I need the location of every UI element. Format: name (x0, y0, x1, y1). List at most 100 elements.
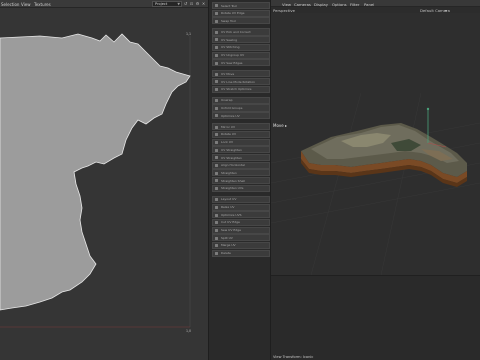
menu-cameras[interactable]: Cameras (294, 2, 311, 7)
tool-item[interactable]: Split UV (212, 234, 270, 242)
menu-panel[interactable]: Panel (364, 2, 374, 7)
tool-item[interactable]: UV Straighten (212, 154, 270, 162)
tool-icon (215, 80, 218, 84)
menu-options[interactable]: Options (332, 2, 347, 7)
tool-item[interactable]: UV Sew Edges (212, 59, 270, 67)
tool-icon (215, 213, 218, 217)
tool-item[interactable]: Rotate UV Edge (212, 9, 270, 17)
tool-label: Align Horizontal (221, 163, 245, 168)
close-icon[interactable]: ✕ (201, 1, 206, 7)
tool-item[interactable]: Relax UV (212, 203, 270, 211)
uv-canvas[interactable]: 1,1 1,0 (0, 8, 208, 360)
tool-icon (215, 133, 218, 137)
viewport-lower-area (271, 275, 480, 360)
tool-label: Rotate UV Edge (221, 11, 245, 16)
tool-item[interactable]: UV Stretch Optimize (212, 85, 270, 93)
tool-label: UV Pick and Correct (221, 29, 251, 34)
chevron-down-icon: ▼ (177, 2, 180, 6)
tool-icon (215, 125, 218, 129)
tool-icon (215, 30, 218, 34)
transform-handle[interactable] (426, 107, 430, 111)
tool-item[interactable]: UV Move (212, 70, 270, 78)
tool-label: Delete (221, 251, 231, 256)
tool-item[interactable]: UV Ungroup UV (212, 51, 270, 59)
tool-item[interactable]: Delete (212, 249, 270, 257)
menu-filter[interactable]: Filter (350, 2, 359, 7)
tool-label: Lock UV (221, 140, 234, 145)
tool-item[interactable]: UV Line Mode Rotation (212, 78, 270, 86)
tool-icon (215, 198, 218, 202)
tool-label: Sew UV Edge (221, 228, 241, 233)
menu-view[interactable]: View (282, 2, 291, 7)
tool-icon (215, 236, 218, 240)
tool-icon (215, 4, 218, 8)
tool-item[interactable]: Cut UV Edge (212, 218, 270, 226)
uv-coord-top-right: 1,1 (186, 32, 192, 36)
project-select-value: Project (155, 2, 168, 6)
tool-label: UV Sew Edges (221, 60, 243, 65)
tool-item[interactable]: Straighten UVs (212, 184, 270, 192)
tool-item[interactable]: Merge UV (212, 241, 270, 250)
tool-item[interactable]: Lock UV (212, 138, 270, 146)
uv-editor-menubar: Selection View Textures Project ▼ ↺ ⊡ ⚙ … (0, 0, 208, 8)
menu-display[interactable]: Display (314, 2, 328, 7)
move-tool-label: Move (273, 123, 284, 128)
tool-icon (215, 72, 218, 76)
sync-icon[interactable]: ↺ (183, 1, 188, 7)
tool-icon (215, 46, 218, 50)
tool-label: UV Ungroup UV (221, 53, 245, 58)
tool-item[interactable]: Align Horizontal (212, 161, 270, 169)
tool-item[interactable]: Select Tool (212, 2, 270, 10)
uv-shell[interactable] (0, 33, 191, 311)
terrain-mesh[interactable] (301, 123, 467, 187)
uv-toolkit-panel: Select Tool Rotate UV Edge Swap Tool UV Pic… (208, 0, 271, 360)
menu-selection[interactable]: Selection (1, 2, 19, 7)
tool-item[interactable]: Optimize UVS (212, 211, 270, 219)
tool-item[interactable]: UV Stitching (212, 43, 270, 51)
tool-item[interactable]: Swap Tool (212, 17, 270, 25)
menu-textures[interactable]: Textures (34, 2, 51, 7)
tool-label: Swap Tool (221, 18, 236, 23)
project-select[interactable]: Project ▼ (152, 1, 182, 7)
tool-label: Unfold Groups (221, 105, 243, 110)
tool-label: Rotate UV (221, 132, 237, 137)
tool-item[interactable]: Unwrap (212, 96, 270, 104)
tool-item[interactable]: Straighten Shell (212, 177, 270, 185)
tool-item[interactable]: Sew UV Edge (212, 226, 270, 234)
tool-icon (215, 11, 218, 15)
settings-icon[interactable]: ⚙ (195, 1, 200, 7)
tool-icon (215, 221, 218, 225)
move-tool-tag: Move ▸ (273, 123, 287, 128)
tool-label: UV Move (221, 71, 235, 76)
viewport-panel: View Cameras Display Options Filter Pane… (271, 0, 480, 360)
menu-view[interactable]: View (21, 2, 31, 7)
tool-item[interactable]: Straighten (212, 169, 270, 177)
tool-item[interactable]: Unfold Groups (212, 104, 270, 112)
tool-item[interactable]: Optimize UV (212, 112, 270, 120)
tool-icon (215, 106, 218, 110)
tool-icon (215, 53, 218, 57)
tool-label: Straighten UVs (221, 186, 244, 191)
tool-icon (215, 38, 218, 42)
tool-item[interactable]: UV Straighten (212, 146, 270, 154)
tool-label: Relax UV (221, 205, 235, 210)
tool-icon (215, 187, 218, 191)
tool-icon (215, 87, 218, 91)
pin-icon[interactable]: ⊡ (189, 1, 194, 7)
tool-label: Mirror UV (221, 124, 236, 129)
uv-shell-graph (0, 33, 191, 328)
3d-viewport[interactable] (271, 13, 480, 275)
tool-item[interactable]: UV Sewing (212, 36, 270, 44)
tool-label: Select Tool (221, 3, 238, 8)
tool-icon (215, 205, 218, 209)
tool-icon (215, 228, 218, 232)
tool-item[interactable]: Layout UV (212, 195, 270, 203)
tool-item[interactable]: Rotate UV (212, 130, 270, 139)
tool-item[interactable]: UV Pick and Correct (212, 28, 270, 36)
tool-icon (215, 179, 218, 183)
tool-icon (215, 114, 218, 118)
tool-item[interactable]: Mirror UV (212, 123, 270, 131)
uv-editor-panel: Selection View Textures Project ▼ ↺ ⊡ ⚙ … (0, 0, 208, 360)
tool-label: Merge UV (221, 243, 236, 248)
tool-label: Straighten (221, 170, 237, 175)
